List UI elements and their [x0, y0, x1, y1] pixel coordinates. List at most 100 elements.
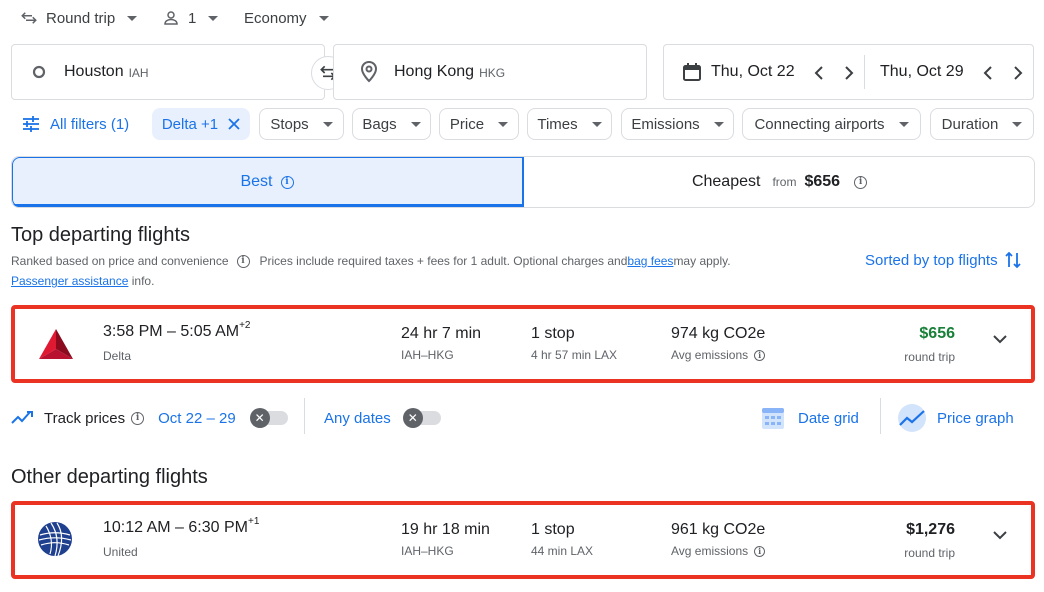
flight-price: $656	[919, 325, 955, 342]
connecting-airports-filter[interactable]: Connecting airports	[742, 108, 921, 140]
ranked-note: Ranked based on price and convenience	[11, 254, 229, 268]
delta-logo-icon	[39, 329, 73, 359]
close-icon: ✕	[249, 408, 270, 428]
flight-card-delta[interactable]: 3:58 PM – 5:05 AM+2 Delta 24 hr 7 min IA…	[11, 305, 1035, 383]
any-dates-toggle[interactable]: ✕	[402, 408, 441, 428]
chevron-down-icon	[318, 15, 329, 21]
tab-best-label: Best	[240, 173, 273, 190]
origin-field[interactable]: Houston IAH	[11, 44, 325, 100]
times-filter[interactable]: Times	[527, 108, 612, 140]
date-grid-button[interactable]: Date grid	[760, 404, 859, 432]
chevron-down-icon	[713, 121, 724, 127]
arrive-time: 6:30 PM	[188, 519, 248, 536]
chevron-down-icon	[127, 15, 138, 21]
passengers-select[interactable]: 1	[162, 6, 219, 30]
track-prices-label: Track prices	[44, 409, 126, 427]
price-graph-icon	[898, 404, 926, 432]
tab-cheapest[interactable]: Cheapest from $656 i	[524, 157, 1034, 207]
bags-filter[interactable]: Bags	[352, 108, 431, 140]
price-graph-button[interactable]: Price graph	[896, 404, 1014, 432]
info-icon[interactable]: i	[280, 175, 294, 189]
duration-filter[interactable]: Duration	[930, 108, 1034, 140]
price-graph-label: Price graph	[937, 409, 1014, 427]
destination-city: Hong Kong	[394, 63, 475, 80]
close-icon[interactable]	[228, 118, 240, 130]
expand-chevron-icon[interactable]	[993, 334, 1007, 344]
flight-layover: 44 min LAX	[531, 544, 593, 558]
tab-best[interactable]: Best i	[12, 157, 523, 207]
divider	[304, 398, 305, 434]
flight-route: IAH–HKG	[401, 544, 454, 558]
chevron-right-icon[interactable]	[1013, 66, 1023, 80]
stops-filter[interactable]: Stops	[259, 108, 344, 140]
airline-filter-chip[interactable]: Delta +1	[152, 108, 250, 140]
depart-date[interactable]: Thu, Oct 22	[711, 63, 795, 81]
cheapest-price: $656	[804, 173, 841, 190]
chevron-down-icon	[898, 121, 909, 127]
all-filters-button[interactable]: All filters (1)	[22, 108, 129, 140]
chevron-down-icon	[410, 121, 421, 127]
info-icon[interactable]: i	[754, 349, 766, 361]
date-grid-icon	[762, 408, 784, 429]
sort-button[interactable]: Sorted by top flights	[865, 250, 1022, 270]
chevron-down-icon	[208, 15, 219, 21]
info-icon[interactable]: i	[754, 545, 766, 557]
track-dates-toggle[interactable]: ✕	[249, 408, 288, 428]
cabin-select[interactable]: Economy	[244, 6, 329, 30]
trip-type-value: Round trip	[46, 9, 116, 27]
flight-layover: 4 hr 57 min LAX	[531, 348, 617, 362]
cheapest-from-label: from	[772, 175, 797, 189]
chevron-left-icon[interactable]	[983, 66, 993, 80]
emissions-filter[interactable]: Emissions	[621, 108, 734, 140]
bag-fees-link[interactable]: bag fees	[627, 254, 673, 268]
flight-times: 3:58 PM – 5:05 AM+2	[103, 320, 251, 340]
tab-cheapest-label: Cheapest	[691, 173, 761, 190]
any-dates-label[interactable]: Any dates	[324, 410, 391, 427]
emissions-label: Emissions	[631, 115, 700, 133]
price-note: round trip	[904, 546, 955, 560]
chevron-right-icon[interactable]	[844, 66, 854, 80]
info-icon[interactable]: i	[236, 254, 250, 268]
track-dates[interactable]: Oct 22 – 29	[158, 410, 236, 427]
passenger-assistance-link[interactable]: Passenger assistance	[11, 274, 128, 288]
united-globe-logo-icon	[38, 522, 72, 557]
info-icon[interactable]: i	[854, 175, 868, 189]
swap-arrows-icon	[21, 12, 37, 24]
chevron-left-icon[interactable]	[814, 66, 824, 80]
price-note-post: may apply.	[673, 254, 731, 268]
airline-name: Delta	[103, 349, 132, 363]
track-prices-row: Track prices i Oct 22 – 29 ✕	[11, 404, 288, 432]
emissions-note: Avg emissions	[671, 544, 749, 558]
flight-duration: 24 hr 7 min	[401, 325, 482, 342]
location-pin-icon	[360, 61, 378, 83]
cabin-value: Economy	[244, 9, 307, 27]
price-note-pre: Prices include required taxes + fees for…	[259, 254, 628, 268]
arrive-time: 5:05 AM	[180, 323, 240, 340]
dates-field[interactable]: Thu, Oct 22 Thu, Oct 29	[663, 44, 1034, 100]
route-label: IAH–HKG	[401, 348, 454, 362]
flight-emissions: 974 kg CO2e	[671, 325, 766, 342]
sort-tabs: Best i Cheapest from $656 i	[11, 156, 1035, 208]
duration-label: Duration	[941, 115, 999, 133]
price-note: round trip	[904, 350, 955, 364]
other-flights-title: Other departing flights	[11, 466, 208, 488]
flight-card-united[interactable]: 10:12 AM – 6:30 PM+1 United 19 hr 18 min…	[11, 501, 1035, 579]
flight-price: $1,276	[906, 521, 955, 538]
trending-icon	[11, 411, 33, 424]
flight-stops: 1 stop	[531, 325, 575, 342]
return-date[interactable]: Thu, Oct 29	[880, 63, 964, 81]
airline-chip-label: Delta +1	[161, 115, 219, 133]
expand-chevron-icon[interactable]	[993, 530, 1007, 540]
close-icon: ✕	[402, 408, 423, 428]
times-label: Times	[537, 115, 578, 133]
ranking-note-row: Ranked based on price and convenience i …	[11, 254, 731, 268]
destination-field[interactable]: Hong Kong HKG	[333, 44, 647, 100]
trip-type-select[interactable]: Round trip	[20, 6, 138, 30]
info-icon[interactable]: i	[131, 411, 145, 425]
origin-city: Houston	[64, 63, 124, 80]
stops-label: Stops	[270, 115, 309, 133]
flight-emissions: 961 kg CO2e	[671, 521, 766, 538]
chevron-down-icon	[498, 121, 509, 127]
assistance-post: info.	[128, 274, 155, 288]
price-filter[interactable]: Price	[439, 108, 519, 140]
